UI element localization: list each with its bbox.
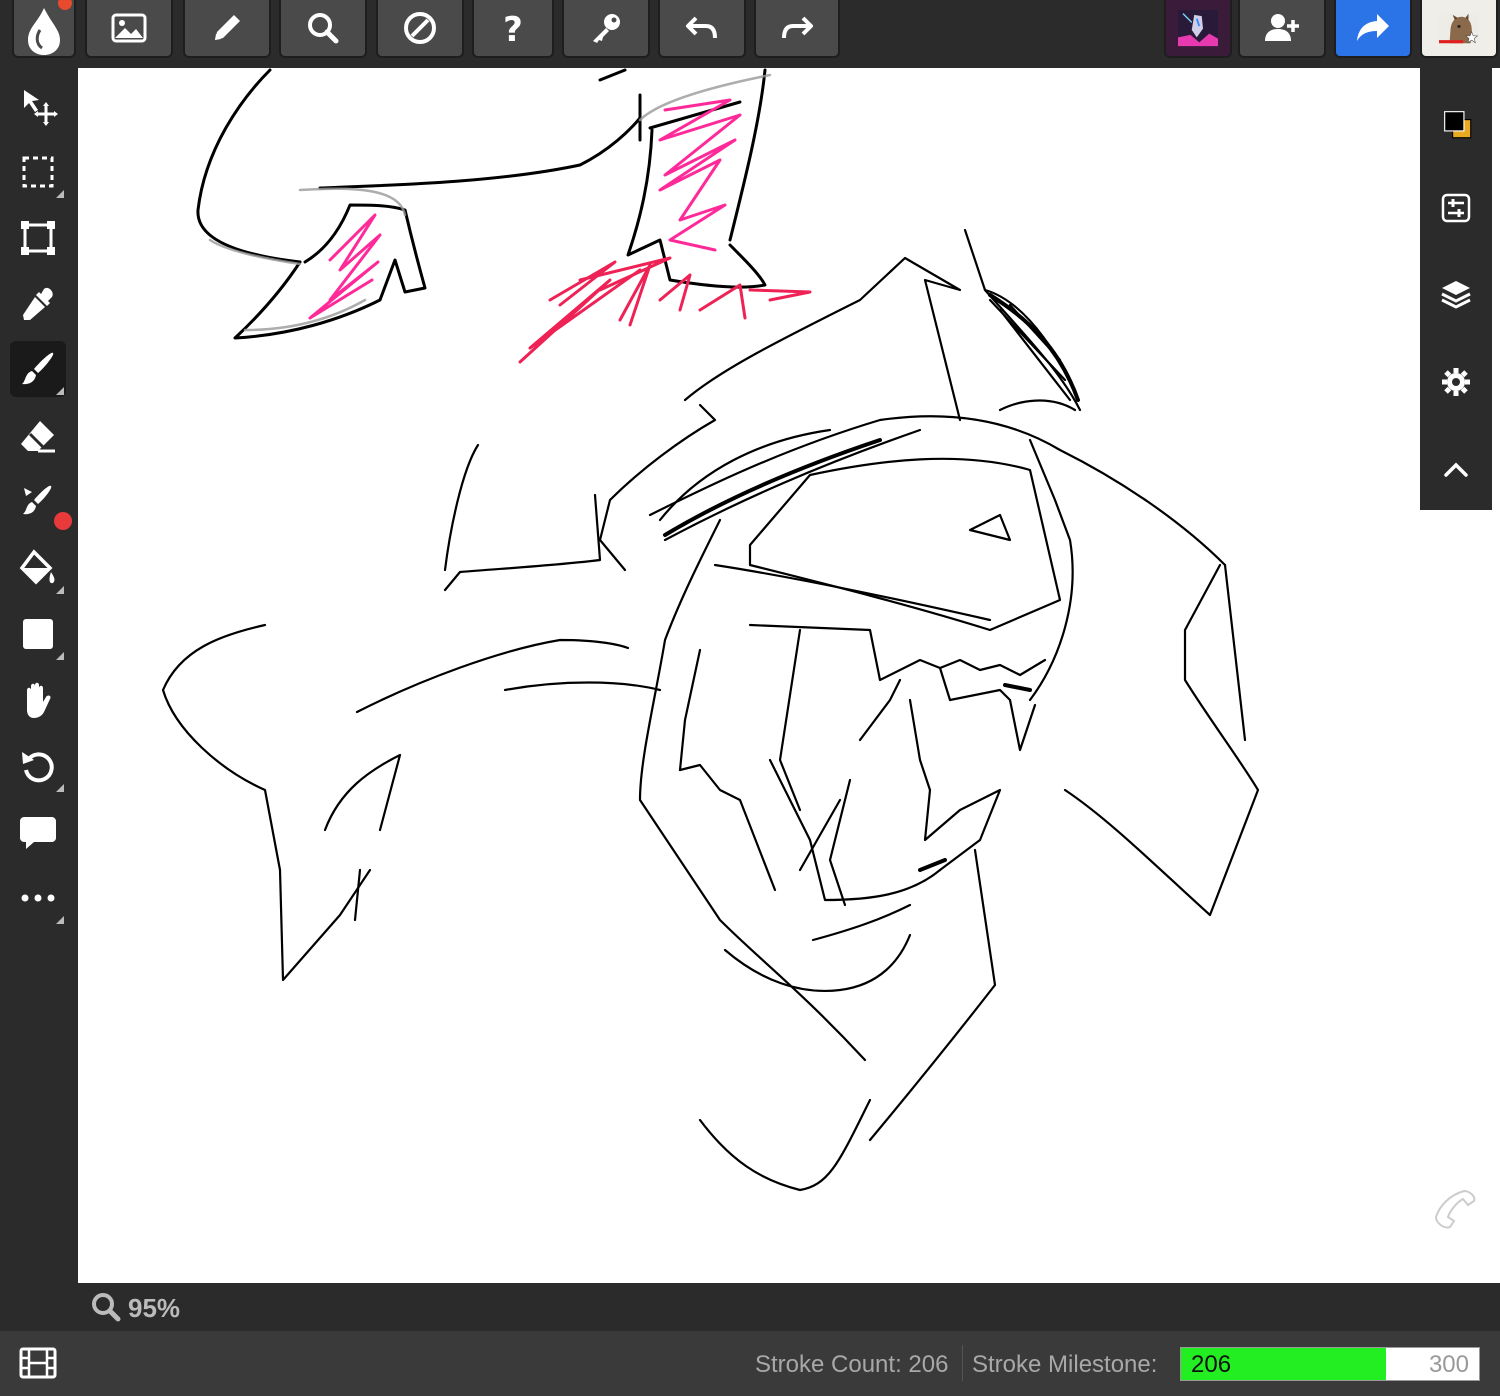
collapse-button[interactable] (1420, 440, 1492, 500)
film-strip-icon (19, 1347, 57, 1379)
eraser-tool[interactable] (10, 408, 66, 464)
monster-shading (663, 293, 1080, 872)
submenu-corner (56, 784, 64, 792)
prohibited-icon (404, 12, 436, 44)
pencil-icon (215, 15, 240, 40)
color-swatch[interactable] (1420, 78, 1492, 168)
eyedropper-icon (23, 287, 53, 320)
fill-tool[interactable] (10, 540, 66, 596)
share-button[interactable] (1334, 0, 1412, 58)
paint-bucket-icon (19, 549, 55, 585)
adjustments-button[interactable] (1420, 178, 1492, 238)
image-icon (111, 13, 147, 43)
settings-button[interactable] (1420, 352, 1492, 412)
submenu-corner (56, 190, 64, 198)
zoom-bar: 95% (78, 1283, 1500, 1331)
rotate-tool[interactable] (10, 738, 66, 794)
select-icon (22, 156, 54, 188)
adjustments-icon (1441, 193, 1471, 223)
move-icon (24, 90, 58, 126)
select-tool[interactable] (10, 144, 66, 200)
zoom-icon[interactable] (90, 1291, 122, 1323)
app-logo-button[interactable] (12, 0, 76, 58)
search-button[interactable] (279, 0, 367, 58)
stroke-milestone-progress: 206 300 (1180, 1347, 1480, 1381)
square-icon (23, 619, 53, 649)
chevron-up-icon (1444, 462, 1468, 477)
red-splash (518, 256, 812, 364)
tool-sidebar (0, 68, 78, 1396)
top-toolbar: ? (0, 0, 1500, 68)
artwork-thumbnail[interactable] (1164, 0, 1232, 58)
eraser-icon (21, 421, 55, 453)
legs-sketch (196, 68, 767, 340)
artwork-thumbnail-image (1178, 9, 1218, 47)
color-indicator-dot (54, 512, 72, 530)
image-button[interactable] (85, 0, 173, 58)
zoom-level[interactable]: 95% (128, 1293, 180, 1324)
undo-button[interactable] (658, 0, 746, 58)
color-swatch-icon (1444, 111, 1472, 139)
question-icon: ? (503, 10, 523, 48)
pencil-button[interactable] (183, 0, 271, 58)
timeline-button[interactable] (18, 1343, 58, 1383)
submenu-corner (56, 652, 64, 660)
comment-tool[interactable] (10, 804, 66, 860)
drawing-canvas[interactable] (78, 68, 1500, 1283)
brush-dot-icon (23, 485, 52, 515)
submenu-corner (56, 586, 64, 594)
submenu-corner (56, 387, 64, 395)
add-user-button[interactable] (1238, 0, 1326, 58)
call-button[interactable] (1430, 1185, 1480, 1235)
transform-icon (21, 221, 55, 255)
submenu-corner (56, 916, 64, 924)
key-icon (593, 14, 620, 43)
stroke-milestone-label: Stroke Milestone: (972, 1351, 1158, 1378)
avatar-image (1439, 12, 1479, 44)
gear-icon (1442, 368, 1470, 396)
comment-icon (20, 817, 56, 849)
progress-value: 206 (1191, 1351, 1232, 1378)
shape-tool[interactable] (10, 606, 66, 662)
layers-icon (1441, 281, 1471, 309)
hand-icon (27, 682, 51, 718)
layers-button[interactable] (1420, 264, 1492, 324)
phone-icon (1434, 1189, 1476, 1229)
monster-sketch (161, 228, 1260, 1192)
rotate-icon (22, 752, 54, 783)
key-button[interactable] (562, 0, 650, 58)
redo-button[interactable] (754, 0, 840, 58)
prohibited-button[interactable] (376, 0, 464, 58)
brush-settings-tool[interactable] (10, 474, 72, 530)
more-tool[interactable] (10, 870, 66, 926)
hand-tool[interactable] (10, 672, 66, 728)
progress-max: 300 (1428, 1351, 1469, 1378)
search-icon (308, 13, 339, 44)
eyedropper-tool[interactable] (10, 276, 66, 332)
right-panel (1420, 68, 1492, 510)
status-bar: Stroke Count: 206 Stroke Milestone: 206 … (0, 1331, 1500, 1396)
brush-tool[interactable] (10, 341, 66, 397)
redo-icon (782, 16, 813, 39)
help-button[interactable]: ? (472, 0, 554, 58)
move-tool[interactable] (10, 78, 66, 134)
canvas-artwork (161, 68, 1260, 1192)
brush-icon (22, 352, 54, 385)
ellipsis-icon (21, 894, 55, 902)
status-divider (962, 1345, 963, 1381)
transform-tool[interactable] (10, 210, 66, 266)
share-icon (1357, 14, 1389, 41)
undo-icon (686, 16, 717, 39)
stroke-count: Stroke Count: 206 (755, 1351, 949, 1378)
add-user-icon (1265, 14, 1299, 41)
user-avatar[interactable] (1420, 0, 1498, 58)
svg-text:?: ? (503, 10, 523, 48)
